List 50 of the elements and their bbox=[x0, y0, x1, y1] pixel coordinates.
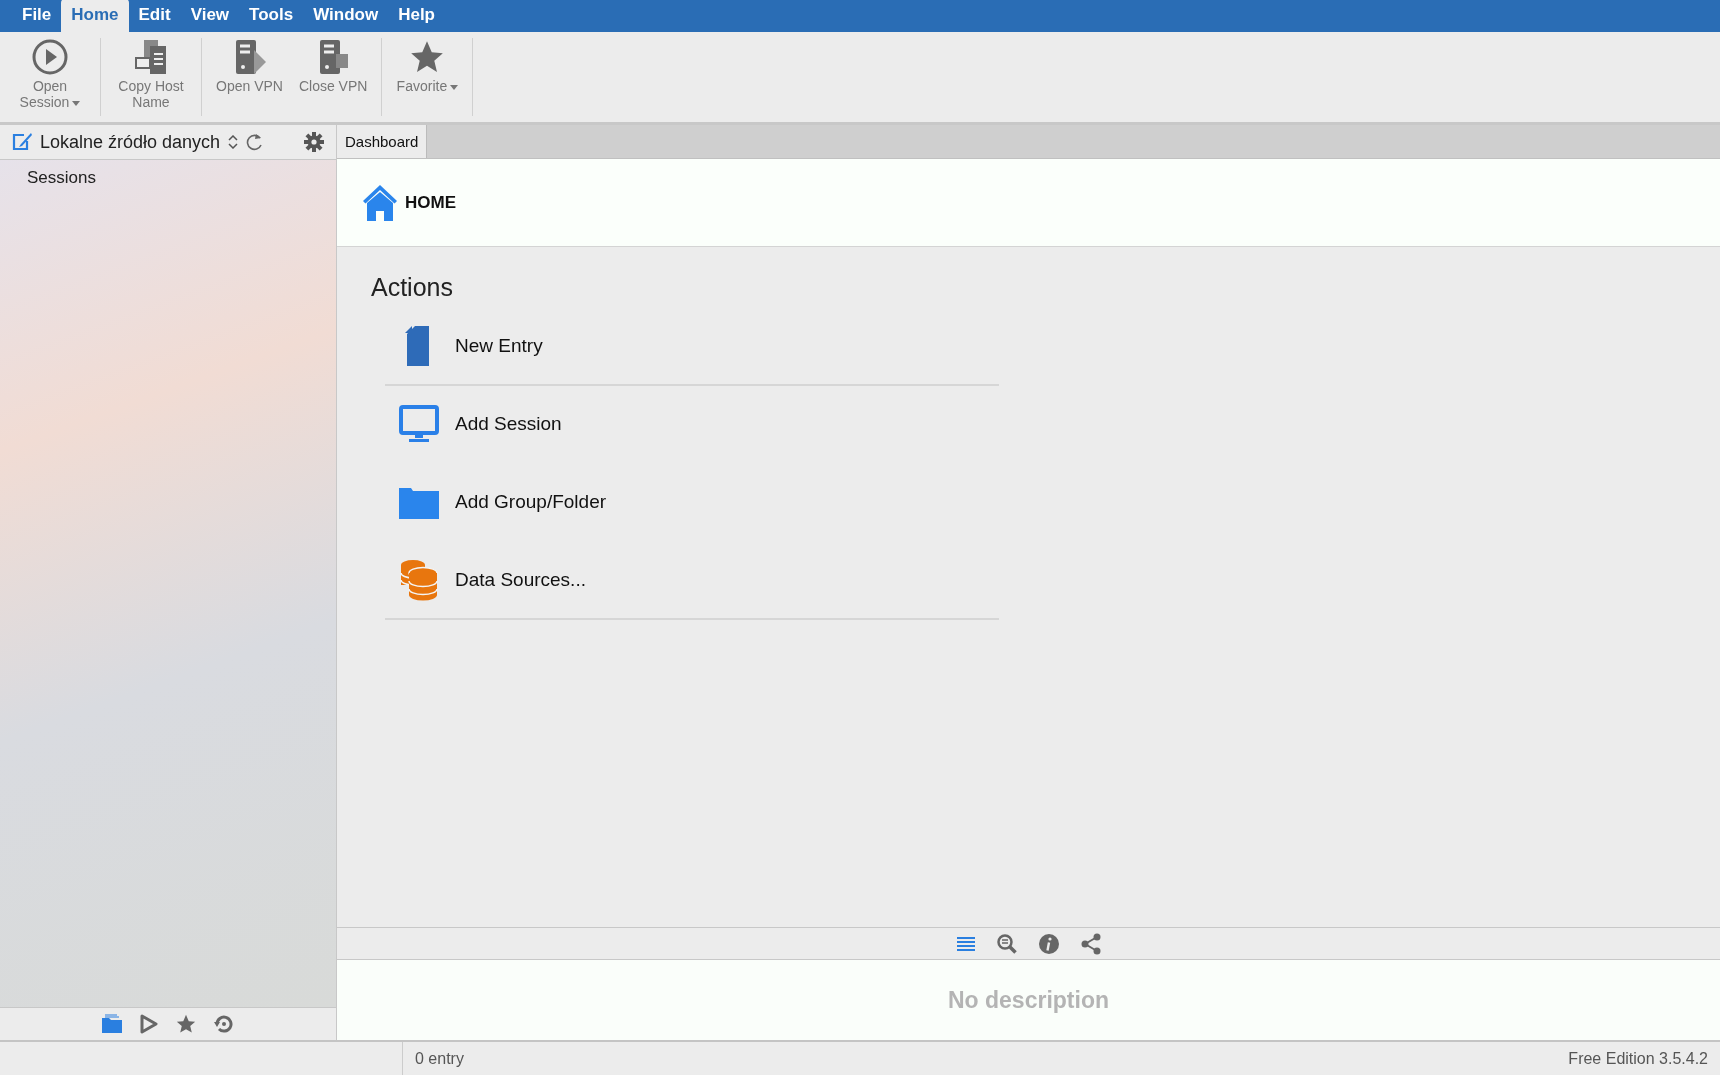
updown-icon[interactable] bbox=[228, 135, 239, 149]
page-title: HOME bbox=[405, 192, 456, 213]
edit-note-icon[interactable] bbox=[12, 133, 32, 151]
menu-tab[interactable]: View bbox=[180, 0, 240, 32]
toolbar-button[interactable] bbox=[1079, 932, 1102, 955]
ribbon-button[interactable]: Copy Host Name bbox=[107, 38, 195, 116]
play-icon bbox=[139, 1013, 159, 1035]
menu-tab[interactable]: Edit bbox=[128, 0, 181, 32]
ribbon-button[interactable]: Open VPN bbox=[208, 38, 291, 116]
history-icon bbox=[213, 1013, 235, 1035]
toolbar-button[interactable] bbox=[1037, 932, 1060, 955]
edition-label: Free Edition 3.5.4.2 bbox=[1567, 1049, 1709, 1068]
toolbar-button[interactable] bbox=[213, 1013, 235, 1035]
list-icon bbox=[955, 935, 976, 952]
menu-tab[interactable]: Help bbox=[388, 0, 445, 32]
toolbar-button[interactable] bbox=[139, 1013, 159, 1035]
folder-icon bbox=[399, 485, 439, 519]
menu-tab[interactable]: Window bbox=[303, 0, 389, 32]
toolbar-button[interactable] bbox=[101, 1014, 123, 1034]
tab[interactable]: Dashboard bbox=[337, 125, 428, 158]
copy-documents-icon bbox=[134, 38, 168, 76]
refresh-icon[interactable] bbox=[246, 133, 265, 151]
database-icon bbox=[399, 559, 439, 601]
share-icon bbox=[1079, 932, 1102, 955]
tree-item[interactable]: Sessions bbox=[0, 166, 336, 190]
toolbar-button[interactable] bbox=[995, 932, 1018, 955]
search-icon bbox=[995, 932, 1018, 955]
action-link[interactable]: Data Sources... bbox=[455, 569, 586, 591]
monitor-icon bbox=[399, 404, 439, 444]
star-icon bbox=[175, 1013, 197, 1035]
ribbon-button[interactable]: Favorite bbox=[388, 38, 467, 116]
menu-tab[interactable]: Tools bbox=[239, 0, 304, 32]
section-heading: Actions bbox=[371, 273, 454, 302]
data-source-name: Lokalne źródło danych bbox=[40, 131, 221, 153]
info-icon bbox=[1037, 932, 1060, 955]
action-link[interactable]: New Entry bbox=[455, 335, 543, 357]
toolbar-button[interactable] bbox=[955, 935, 976, 952]
entry-count: 0 entry bbox=[414, 1049, 465, 1068]
settings-icon[interactable] bbox=[304, 132, 324, 152]
house-icon bbox=[361, 182, 399, 223]
menu-tab[interactable]: Home bbox=[61, 0, 129, 32]
ribbon-button[interactable]: Close VPN bbox=[290, 38, 376, 116]
action-link[interactable]: Add Session bbox=[455, 413, 562, 435]
ribbon-button[interactable]: Open Session bbox=[6, 38, 94, 116]
play-circle-icon bbox=[31, 38, 69, 76]
menu-tab[interactable]: File bbox=[12, 0, 62, 32]
folder-icon bbox=[101, 1014, 123, 1034]
description-text: No description bbox=[948, 986, 1109, 1014]
action-link[interactable]: Add Group/Folder bbox=[455, 491, 607, 513]
toolbar-button[interactable] bbox=[175, 1013, 197, 1035]
